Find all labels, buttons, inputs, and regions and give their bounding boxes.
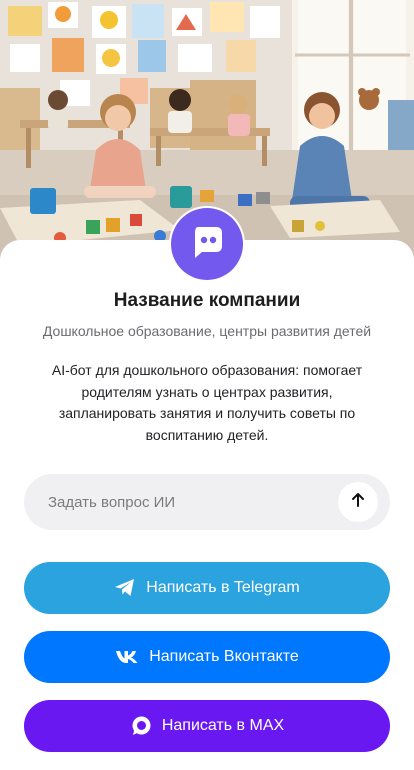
avatar bbox=[169, 206, 245, 282]
max-button[interactable]: Написать в MAX bbox=[24, 700, 390, 752]
max-button-label: Написать в MAX bbox=[161, 717, 285, 734]
company-name: Название компании bbox=[113, 290, 301, 311]
send-button[interactable] bbox=[338, 482, 378, 522]
vk-button[interactable]: Написать Вконтакте bbox=[24, 631, 390, 683]
ask-ai-input[interactable] bbox=[48, 474, 348, 530]
arrow-up-icon bbox=[349, 491, 367, 514]
company-category: Дошкольное образование, центры развития … bbox=[42, 323, 372, 339]
vk-icon bbox=[115, 650, 139, 664]
bot-avatar bbox=[171, 208, 243, 280]
company-description: AI-бот для дошкольного образования: помо… bbox=[51, 362, 363, 443]
chat-bubble-icon bbox=[187, 222, 227, 267]
telegram-icon bbox=[114, 578, 136, 598]
max-icon bbox=[130, 715, 152, 737]
telegram-button[interactable]: Написать в Telegram bbox=[24, 562, 390, 614]
telegram-button-label: Написать в Telegram bbox=[146, 579, 300, 596]
ask-ai-field bbox=[24, 474, 390, 530]
vk-button-label: Написать Вконтакте bbox=[149, 648, 299, 665]
